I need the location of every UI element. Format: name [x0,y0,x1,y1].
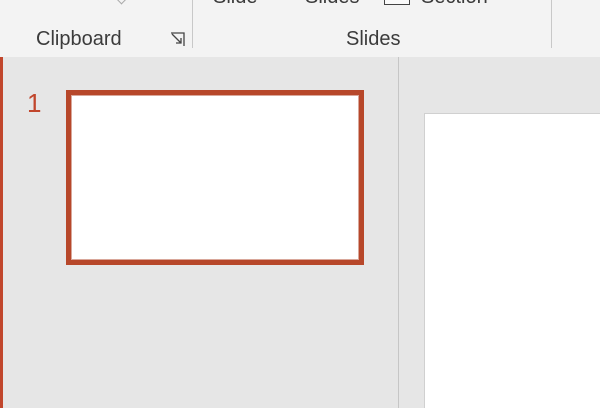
chevron-down-icon[interactable] [116,0,127,5]
ribbon-group-separator [192,0,193,48]
slide-thumbnail-1[interactable] [66,90,364,265]
new-slide-button-label[interactable]: Slide [213,0,257,9]
slide-number: 1 [27,88,42,118]
slide-canvas[interactable] [424,113,600,408]
section-button-label[interactable]: Section [421,0,488,9]
clipboard-group-label: Clipboard [36,28,122,50]
slides-group-label: Slides [346,28,401,50]
section-icon[interactable] [384,0,410,5]
powerpoint-window: Slide Slides Section Clipboard Slides 1 [0,0,600,408]
slide-thumbnail-surface [71,95,359,260]
dialog-launcher-icon[interactable] [170,32,185,47]
reuse-slides-button-label[interactable]: Slides [305,0,359,9]
ribbon: Slide Slides Section Clipboard Slides [0,0,600,57]
ribbon-group-separator [551,0,552,48]
